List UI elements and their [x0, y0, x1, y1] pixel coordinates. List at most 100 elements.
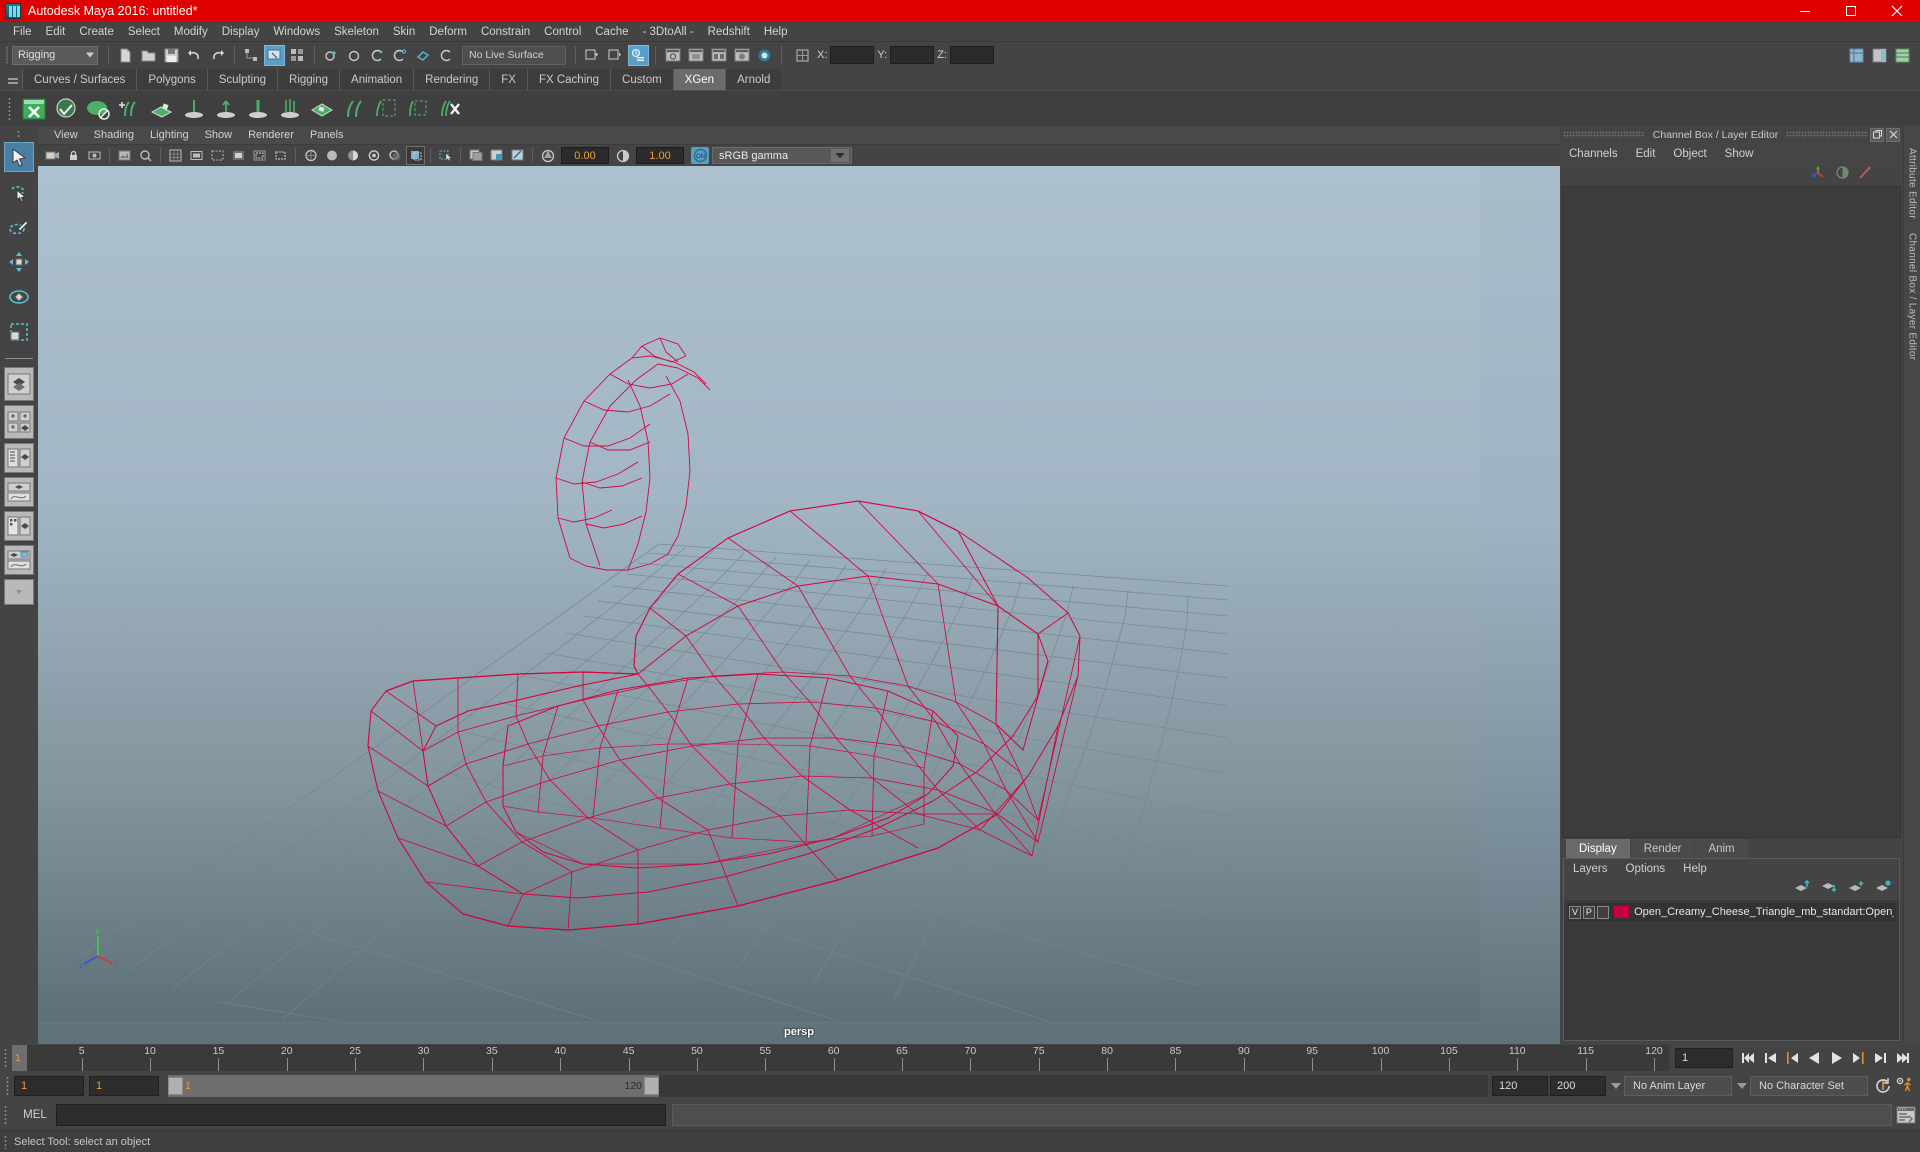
layer-menu-layers[interactable]: Layers [1564, 863, 1617, 875]
create-empty-layer-icon[interactable] [1848, 880, 1864, 899]
minimize-button[interactable] [1782, 0, 1828, 22]
screen-space-ao-icon[interactable] [508, 146, 527, 165]
y-field[interactable] [890, 46, 935, 64]
snap-to-view-plane-button[interactable] [413, 45, 434, 66]
xgen-length-brush-icon[interactable] [210, 93, 242, 125]
new-scene-button[interactable] [115, 45, 136, 66]
playback-start-time-field[interactable]: 1 [89, 1076, 159, 1096]
menu-item-skeleton[interactable]: Skeleton [327, 24, 386, 40]
snap-to-point-button[interactable] [367, 45, 388, 66]
range-slider-grip[interactable] [2, 1073, 14, 1099]
go-to-end-button[interactable] [1893, 1049, 1912, 1068]
range-right-handle[interactable] [644, 1077, 660, 1095]
range-bar-inner[interactable]: 1 120 [168, 1075, 660, 1097]
shelf-tab-rendering[interactable]: Rendering [413, 69, 490, 90]
color-profile-selector[interactable]: sRGB gamma [712, 147, 852, 164]
menu-item-modify[interactable]: Modify [167, 24, 215, 40]
render-view-button[interactable] [754, 45, 775, 66]
lasso-select-tool-button[interactable] [4, 177, 34, 207]
paint-select-tool-button[interactable] [4, 212, 34, 242]
character-set-dropdown-arrow[interactable] [1734, 1076, 1750, 1096]
grid-toggle-icon[interactable] [166, 146, 185, 165]
auto-keyframe-toggle[interactable] [1874, 1077, 1893, 1096]
xgen-region-select-icon[interactable] [402, 93, 434, 125]
viewport-menu-view[interactable]: View [46, 129, 86, 141]
open-graph-editor-button[interactable] [628, 44, 649, 66]
toggle-channel-box-button[interactable] [1892, 45, 1913, 66]
transform-manip-icon[interactable] [1810, 164, 1827, 186]
character-set-field[interactable]: No Character Set [1750, 1076, 1868, 1096]
play-backwards-button[interactable] [1805, 1049, 1824, 1068]
xgen-place-icon[interactable] [146, 93, 178, 125]
quick-layout-more-button[interactable] [4, 579, 34, 605]
shelf-tab-rigging[interactable]: Rigging [277, 69, 340, 90]
rotate-tool-button[interactable] [4, 282, 34, 312]
channelbox-menu-show[interactable]: Show [1716, 148, 1763, 160]
anim-layer-field[interactable]: No Anim Layer [1624, 1076, 1732, 1096]
xgen-add-groom-icon[interactable] [114, 93, 146, 125]
layer-list[interactable]: V P Open_Creamy_Cheese_Triangle_mb_stand… [1564, 900, 1899, 1040]
shelf-tab-animation[interactable]: Animation [339, 69, 414, 90]
quick-layout-persp-outliner-graph[interactable] [4, 545, 34, 575]
toolbox-grip[interactable] [14, 130, 24, 140]
xgen-noise-brush-icon[interactable] [274, 93, 306, 125]
layer-tab-render[interactable]: Render [1630, 839, 1695, 858]
layer-menu-options[interactable]: Options [1617, 863, 1675, 875]
panel-undock-button[interactable] [1870, 127, 1884, 142]
redo-button[interactable] [207, 45, 228, 66]
texture-display-icon[interactable] [466, 146, 485, 165]
layer-state-toggle[interactable] [1596, 905, 1609, 919]
current-frame-field[interactable]: 1 [1675, 1048, 1733, 1068]
select-tool-button[interactable] [4, 142, 34, 172]
panel-close-button[interactable] [1886, 127, 1900, 142]
viewport-menu-panels[interactable]: Panels [302, 129, 352, 141]
xgen-delete-guides-icon[interactable] [434, 93, 466, 125]
layer-tab-anim[interactable]: Anim [1695, 839, 1748, 858]
smooth-shade-all-icon[interactable] [322, 146, 341, 165]
deform-toggle-icon[interactable] [1858, 165, 1873, 185]
menu-item-cache[interactable]: Cache [588, 24, 635, 40]
select-camera-icon[interactable] [43, 146, 62, 165]
menu-item-windows[interactable]: Windows [266, 24, 327, 40]
shading-toggle-icon[interactable] [1835, 165, 1850, 185]
select-by-object-button[interactable] [264, 44, 285, 66]
shelf-tab-custom[interactable]: Custom [610, 69, 673, 90]
camera-attributes-icon[interactable] [85, 146, 104, 165]
snap-to-curve-button[interactable] [344, 45, 365, 66]
hypershade-button[interactable] [731, 45, 752, 66]
quick-layout-persp-graph[interactable] [4, 477, 34, 507]
tab-attribute-editor[interactable]: Attribute Editor [1907, 148, 1918, 219]
layer-visibility-toggle[interactable]: V [1569, 905, 1581, 919]
shelf-tab-xgen[interactable]: XGen [672, 69, 726, 90]
save-scene-button[interactable] [161, 45, 182, 66]
playback-end-time-field[interactable]: 120 [1492, 1076, 1548, 1096]
xgen-description-icon[interactable] [82, 93, 114, 125]
undo-button[interactable] [184, 45, 205, 66]
script-editor-icon[interactable] [1892, 1103, 1920, 1127]
x-field[interactable] [830, 46, 875, 64]
step-back-frame-button[interactable] [1783, 1049, 1802, 1068]
menu-item-create[interactable]: Create [72, 24, 121, 40]
move-layer-down-icon[interactable] [1821, 880, 1837, 899]
resolution-gate-icon[interactable] [208, 146, 227, 165]
shelf-grip[interactable] [4, 68, 22, 90]
film-gate-icon[interactable] [187, 146, 206, 165]
use-all-lights-icon[interactable] [364, 146, 383, 165]
snap-to-projected-center-button[interactable] [390, 45, 411, 66]
anim-layer-dropdown-arrow[interactable] [1608, 1076, 1624, 1096]
xgen-density-brush-icon[interactable] [178, 93, 210, 125]
shadows-icon[interactable] [385, 146, 404, 165]
channelbox-menu-edit[interactable]: Edit [1627, 148, 1665, 160]
shelf-tab-curves-surfaces[interactable]: Curves / Surfaces [22, 69, 137, 90]
z-field[interactable] [949, 46, 994, 64]
make-live-button[interactable] [436, 45, 457, 66]
move-tool-button[interactable] [4, 247, 34, 277]
input-mode-icon[interactable] [792, 45, 813, 66]
quick-layout-hypershade[interactable] [4, 511, 34, 541]
gamma-field[interactable]: 1.00 [636, 147, 684, 164]
menu-item-3dtoall[interactable]: - 3DtoAll - [636, 24, 701, 40]
open-outliner-button[interactable] [582, 45, 603, 66]
menu-item-help[interactable]: Help [757, 24, 795, 40]
close-button[interactable] [1874, 0, 1920, 22]
exposure-field[interactable]: 0.00 [561, 147, 609, 164]
